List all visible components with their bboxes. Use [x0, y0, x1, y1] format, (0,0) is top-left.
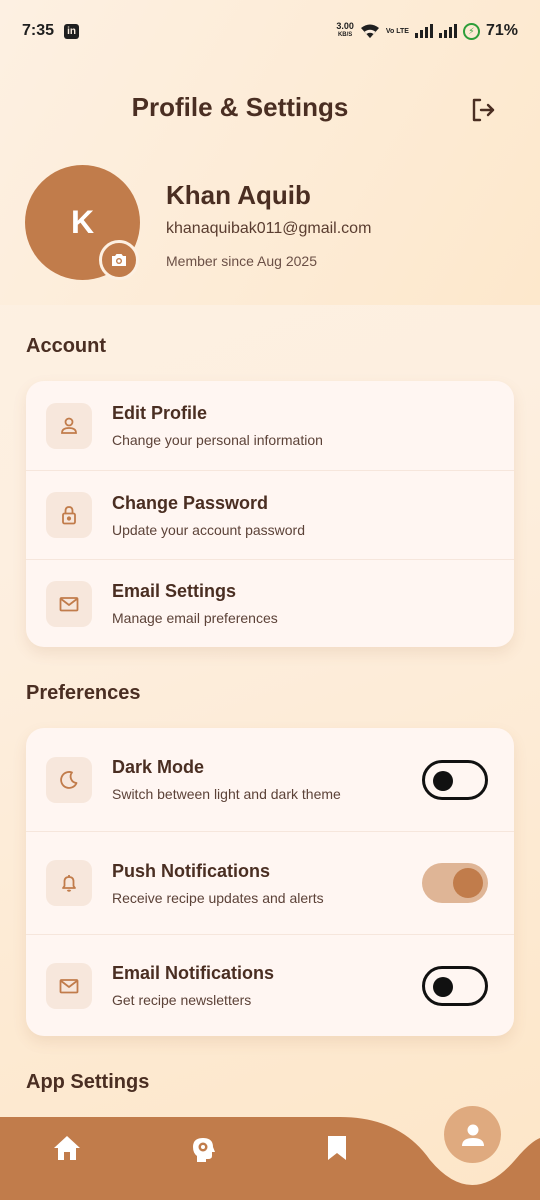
change-photo-button[interactable]: [99, 240, 139, 280]
network-speed: 3.00 KB/S: [336, 22, 354, 40]
user-name: Khan Aquib: [166, 180, 311, 210]
signal-2-icon: [438, 24, 457, 38]
status-bar: 7:35 in 3.00 KB/S Vo LTE ⚡ 71%: [0, 0, 540, 62]
toggle-knob: [453, 868, 483, 898]
row-subtitle: Receive recipe updates and alerts: [112, 889, 324, 906]
preferences-card: Dark Mode Switch between light and dark …: [26, 728, 514, 1036]
row-title: Dark Mode: [112, 757, 205, 777]
logout-icon: [472, 98, 495, 122]
bookmark-icon: [328, 1136, 346, 1160]
row-subtitle: Get recipe newsletters: [112, 992, 252, 1008]
profile-icon: [461, 1124, 484, 1146]
toggle-knob: [433, 976, 453, 997]
section-title-account: Account: [26, 335, 106, 357]
member-since: Member since Aug 2025: [166, 253, 317, 269]
row-title: Push Notifications: [112, 860, 271, 881]
row-title: Email Settings: [112, 581, 237, 601]
dark-mode-row[interactable]: Dark Mode Switch between light and dark …: [26, 728, 514, 831]
push-notifications-row[interactable]: Push Notifications Receive recipe update…: [26, 831, 514, 934]
avatar-initial: K: [70, 204, 95, 240]
nav-chef-brain[interactable]: [183, 1129, 223, 1169]
user-email: khanaquibak011@gmail.com: [166, 220, 372, 237]
push-notifications-toggle[interactable]: [422, 863, 488, 903]
bell-icon: [46, 860, 92, 906]
nav-profile[interactable]: [444, 1106, 501, 1163]
row-subtitle: Change your personal information: [112, 432, 323, 448]
nav-home[interactable]: [47, 1128, 87, 1168]
battery-charging-icon: ⚡: [462, 22, 480, 40]
row-subtitle: Switch between light and dark theme: [112, 786, 341, 802]
lock-icon: [46, 492, 92, 538]
linkedin-notification-icon: in: [64, 23, 80, 39]
wifi-icon: [360, 24, 379, 38]
change-password-row[interactable]: Change Password Update your account pass…: [26, 470, 514, 559]
person-icon: [46, 402, 92, 449]
dark-mode-toggle[interactable]: [422, 759, 488, 800]
section-title-preferences: Preferences: [26, 682, 141, 704]
signal-1-icon: [414, 24, 433, 38]
row-title: Email Notifications: [112, 963, 275, 983]
toggle-knob: [433, 770, 453, 791]
email-notifications-toggle[interactable]: [422, 965, 488, 1006]
mail-icon: [46, 580, 92, 627]
moon-icon: [46, 756, 92, 803]
chef-brain-icon: [193, 1138, 215, 1162]
network-speed-unit: KB/S: [337, 32, 353, 38]
status-indicators: 3.00 KB/S Vo LTE ⚡ 71%: [336, 22, 518, 40]
home-icon: [54, 1136, 80, 1160]
row-subtitle: Update your account password: [112, 521, 305, 538]
row-title: Edit Profile: [112, 403, 208, 423]
nav-saved[interactable]: [317, 1128, 357, 1168]
page-title: Profile & Settings: [131, 92, 349, 122]
camera-icon: [112, 254, 126, 266]
email-notifications-row[interactable]: Email Notifications Get recipe newslette…: [26, 934, 514, 1036]
section-title-app-settings: App Settings: [26, 1071, 150, 1093]
status-time: 7:35: [22, 22, 55, 39]
row-title: Change Password: [112, 492, 269, 513]
edit-profile-row[interactable]: Edit Profile Change your personal inform…: [26, 381, 514, 470]
row-subtitle: Manage email preferences: [112, 610, 278, 626]
network-speed-value: 3.00: [336, 21, 354, 31]
logout-button[interactable]: [466, 94, 500, 126]
battery-percent: 71%: [485, 22, 518, 39]
account-card: Edit Profile Change your personal inform…: [26, 381, 514, 647]
mail-icon: [46, 962, 92, 1009]
email-settings-row[interactable]: Email Settings Manage email preferences: [26, 559, 514, 647]
volte-indicator: Vo LTE: [385, 27, 409, 35]
